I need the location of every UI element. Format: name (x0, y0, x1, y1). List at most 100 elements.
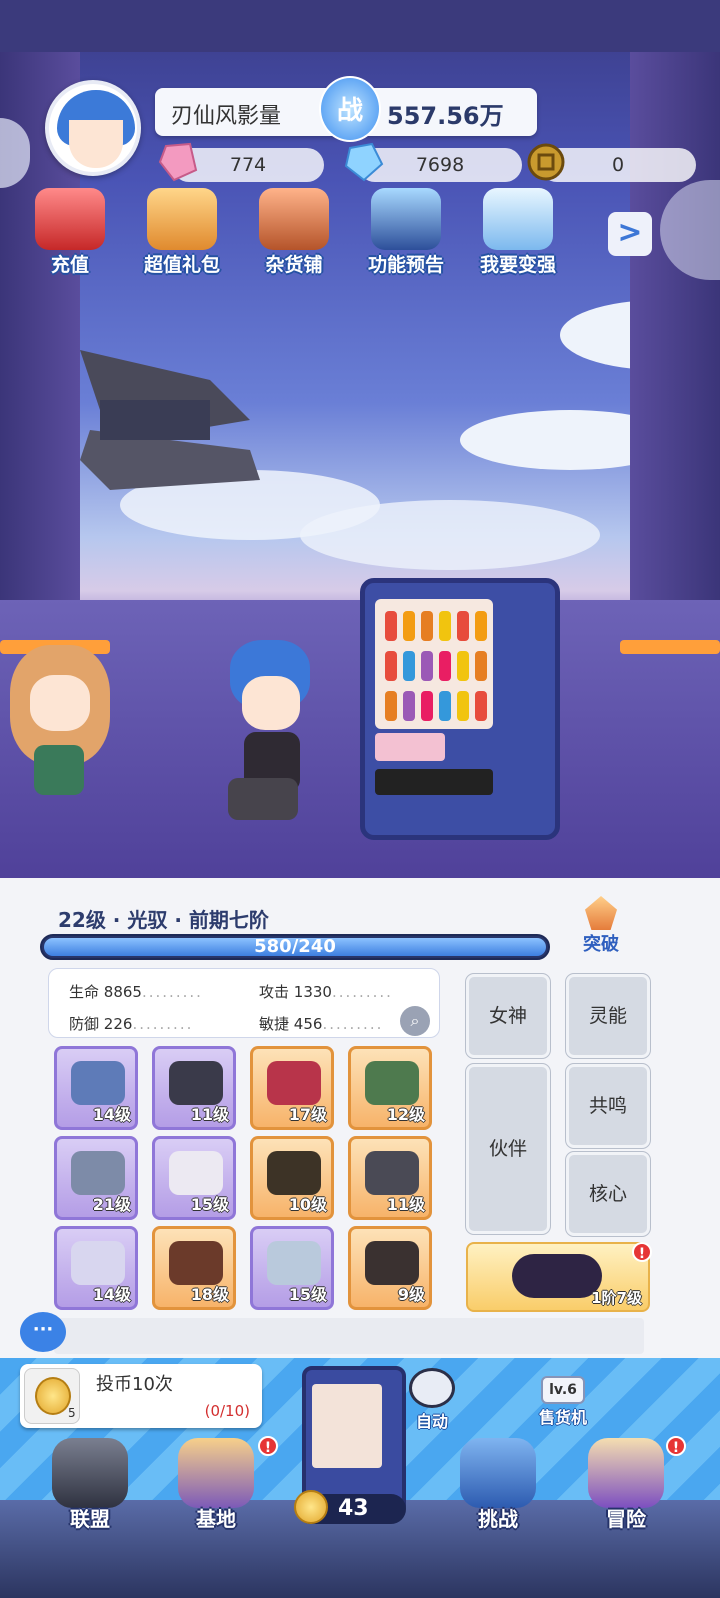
wing-icon (71, 1241, 125, 1285)
menu-label: 充值 (50, 254, 89, 276)
drone-slot[interactable]: 1阶7级 (466, 1242, 650, 1312)
nav-label: 冒险 (606, 1507, 646, 1531)
resonance-button[interactable]: 共鸣 (565, 1063, 651, 1149)
xp-bar: 580/240 (40, 934, 550, 960)
equipment-slot[interactable]: 15级 (250, 1226, 334, 1310)
equipment-level: 10级 (288, 1195, 327, 1214)
drone-alert-badge: ! (632, 1242, 652, 1262)
partner-button[interactable]: 伙伴 (465, 1063, 551, 1235)
power-badge-icon: 战 (319, 76, 381, 142)
vending-level: lv.6 (541, 1376, 585, 1404)
player-name: 刃仙风影量 (171, 104, 282, 129)
nav-label: 基地 (196, 1507, 236, 1531)
equipment-level: 14级 (92, 1105, 131, 1124)
player-avatar[interactable] (45, 80, 141, 176)
menu-preview[interactable]: 功能预告 (356, 188, 456, 280)
boxing-gloves-icon (460, 1438, 536, 1508)
menu-label: 杂货铺 (265, 254, 323, 276)
diamond-count: 7698 (415, 154, 465, 176)
monitor-icon (371, 188, 441, 250)
equipment-slot[interactable]: 9级 (348, 1226, 432, 1310)
spaceship (80, 350, 260, 490)
equipment-slot[interactable]: 14级 (54, 1046, 138, 1130)
coin-counter: 43 (294, 1490, 406, 1524)
hero-character[interactable] (220, 640, 330, 830)
equipment-level: 12级 (386, 1105, 425, 1124)
equipment-level: 14级 (92, 1285, 131, 1304)
chat-bar[interactable] (54, 1318, 644, 1354)
task-title: 投币10次 (96, 1374, 173, 1395)
breakthrough-gem-icon (585, 896, 617, 930)
floor-light (620, 640, 720, 654)
drone-level: 1阶7级 (591, 1289, 642, 1307)
glove-icon (169, 1151, 223, 1195)
chat-bubble-icon[interactable]: ··· (20, 1312, 66, 1352)
core-button[interactable]: 核心 (565, 1151, 651, 1237)
treasure-chest-icon (35, 188, 105, 250)
nav-adventure[interactable]: 冒险 (576, 1432, 676, 1532)
shop-crate-icon (259, 188, 329, 250)
power-value: 557.56万 (387, 102, 504, 130)
character-level-line: 22级 · 光驭 · 前期七阶 (58, 908, 269, 932)
menu-recharge[interactable]: 充值 (20, 188, 120, 280)
task-reward-count: 5 (68, 1406, 76, 1420)
equipment-slot[interactable]: 21级 (54, 1136, 138, 1220)
psionic-button[interactable]: 灵能 (565, 973, 651, 1059)
stat-agility: 敏捷 456......... (259, 1015, 384, 1033)
drone-icon (512, 1254, 602, 1298)
helmet-icon (169, 1061, 223, 1105)
menu-shop[interactable]: 杂货铺 (244, 188, 344, 280)
equipment-slot[interactable]: 11级 (348, 1136, 432, 1220)
flag-icon (52, 1438, 128, 1508)
task-progress: (0/10) (204, 1402, 250, 1420)
menu-next-button[interactable]: > (608, 212, 652, 256)
vending-window (375, 599, 493, 729)
auto-button[interactable]: 自动 (400, 1368, 464, 1436)
window-frame-right (630, 52, 720, 612)
breakthrough-button[interactable]: 突破 (577, 896, 625, 962)
nav-label: 挑战 (478, 1507, 518, 1531)
vending-machine[interactable] (360, 578, 560, 840)
auto-label: 自动 (415, 1412, 448, 1431)
equipment-slot[interactable]: 18级 (152, 1226, 236, 1310)
base-alert-badge: ! (258, 1436, 278, 1456)
equipment-level: 17级 (288, 1105, 327, 1124)
menu-get-stronger[interactable]: 我要变强 (468, 188, 568, 280)
nav-base[interactable]: 基地 (166, 1432, 266, 1532)
bracelet-icon (169, 1241, 223, 1285)
goddess-button[interactable]: 女神 (465, 973, 551, 1059)
equipment-slot[interactable]: 15级 (152, 1136, 236, 1220)
equipment-slot[interactable]: 14级 (54, 1226, 138, 1310)
stat-attack: 攻击 1330......... (259, 983, 393, 1001)
equipment-level: 11级 (386, 1195, 425, 1214)
equipment-slot[interactable]: 11级 (152, 1046, 236, 1130)
vest-icon (365, 1241, 419, 1285)
stat-hp: 生命 8865......... (69, 983, 203, 1001)
player-info-bar[interactable]: 刃仙风影量 战 557.56万 (155, 76, 537, 142)
menu-label: 超值礼包 (143, 254, 220, 276)
goggles-icon (71, 1151, 125, 1195)
breakthrough-label: 突破 (583, 934, 619, 955)
equipment-slot[interactable]: 12级 (348, 1046, 432, 1130)
coin-task-card[interactable]: 5 投币10次 (0/10) (20, 1364, 262, 1428)
menu-value-pack[interactable]: 超值礼包 (132, 188, 232, 280)
equipment-slot[interactable]: 17级 (250, 1046, 334, 1130)
top-band (0, 0, 720, 52)
pirate-map-icon (588, 1438, 664, 1508)
nav-challenge[interactable]: 挑战 (448, 1432, 548, 1532)
gun-icon (71, 1061, 125, 1105)
search-icon[interactable]: ⌕ (400, 1006, 430, 1036)
cloud (300, 500, 600, 570)
coin-count: 43 (338, 1496, 369, 1521)
girl-character[interactable] (0, 645, 120, 815)
gift-box-icon (147, 188, 217, 250)
equipment-level: 11级 (190, 1105, 229, 1124)
belt-icon (267, 1151, 321, 1195)
nav-alliance[interactable]: 联盟 (40, 1432, 140, 1532)
stats-box: 生命 8865......... 攻击 1330......... 防御 226… (48, 968, 440, 1038)
mini-vending-window (312, 1384, 382, 1468)
pendant-icon (267, 1241, 321, 1285)
vending-level-button[interactable]: lv.6 售货机 (528, 1376, 598, 1432)
blue-diamond-icon (342, 140, 386, 184)
equipment-slot[interactable]: 10级 (250, 1136, 334, 1220)
